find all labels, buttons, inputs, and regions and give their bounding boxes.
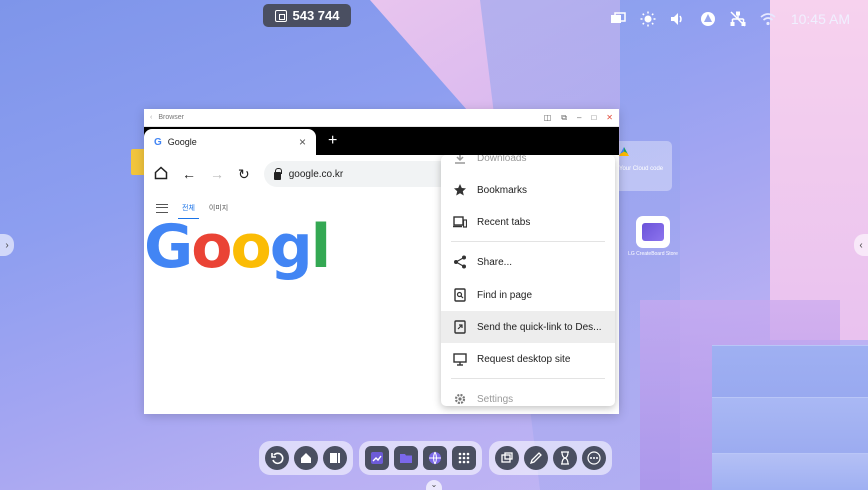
screen-share-icon [501, 452, 513, 463]
new-tab-button[interactable]: + [328, 132, 337, 150]
more-button[interactable] [582, 446, 606, 470]
reload-icon[interactable]: ↻ [238, 166, 250, 183]
menu-item-recent-tabs[interactable]: Recent tabs [441, 206, 615, 238]
browser-app-button[interactable] [423, 446, 447, 470]
desktop-folder-icon[interactable] [131, 149, 145, 175]
whiteboard-button[interactable] [365, 446, 389, 470]
cloud-widget[interactable]: Your Cloud code [611, 141, 672, 191]
menu-item-request-desktop-site[interactable]: Request desktop site [441, 343, 615, 375]
brightness-icon[interactable] [639, 10, 657, 28]
bg-shape [770, 0, 868, 340]
pen-button[interactable] [524, 446, 548, 470]
menu-divider [451, 378, 605, 379]
back-arrow-icon[interactable]: ← [182, 166, 196, 182]
clock: 10:45 AM [790, 11, 850, 27]
home-icon[interactable] [154, 165, 168, 183]
multitask-button[interactable] [323, 446, 347, 470]
cloud-widget-label: Your Cloud code [619, 166, 664, 172]
status-bar: 10:45 AM [609, 10, 850, 28]
file-manager-button[interactable] [394, 446, 418, 470]
store-icon [642, 223, 664, 241]
apps-grid-icon [458, 452, 470, 464]
close-tab-icon[interactable]: × [299, 135, 306, 149]
right-edge-handle[interactable]: ‹ [854, 234, 868, 256]
window-controls: ◫ ⧉ – □ ✕ [544, 113, 613, 123]
multitask-icon [330, 453, 340, 463]
taskbar-group-apps [359, 441, 482, 475]
minimize-icon[interactable]: – [577, 113, 581, 122]
timer-button[interactable] [553, 446, 577, 470]
whiteboard-icon [371, 452, 383, 464]
lock-icon [273, 167, 282, 180]
send-link-icon [453, 320, 467, 334]
pip-icon[interactable]: ⧉ [561, 113, 567, 123]
more-icon [587, 451, 601, 465]
menu-item-share[interactable]: Share... [441, 246, 615, 278]
browser-tab[interactable]: G Google × [144, 129, 316, 155]
pen-icon [529, 452, 542, 465]
menu-item-send-quick-link[interactable]: Send the quick-link to Des... [441, 311, 615, 343]
menu-item-find-in-page[interactable]: Find in page [441, 279, 615, 311]
screen-share-button[interactable] [495, 446, 519, 470]
chevron-down-icon: ⌄ [430, 480, 438, 489]
devices-icon [453, 215, 467, 229]
all-apps-button[interactable] [452, 446, 476, 470]
window-title-bar[interactable]: ‹ Browser ◫ ⧉ – □ ✕ [144, 109, 619, 127]
bg-steps [712, 345, 868, 490]
screen-share-code-badge[interactable]: 543 744 [263, 4, 351, 27]
store-app-label: LG CreateBoard Store [628, 251, 678, 257]
volume-icon[interactable] [669, 10, 687, 28]
star-icon [453, 183, 467, 197]
google-logo: Googl [144, 212, 331, 282]
folder-icon [400, 454, 412, 463]
network-icon[interactable] [729, 10, 747, 28]
home-icon [301, 453, 311, 463]
menu-divider [451, 241, 605, 242]
menu-item-bookmarks[interactable]: Bookmarks [441, 174, 615, 206]
browser-overflow-menu: Downloads Bookmarks Recent tabs Share... [441, 155, 615, 406]
close-icon[interactable]: ✕ [606, 113, 613, 122]
gear-icon [453, 392, 467, 406]
screen-share-icon[interactable] [609, 10, 627, 28]
window-title: Browser [158, 114, 185, 121]
google-favicon-icon: G [154, 136, 162, 148]
chevron-left-icon: ‹ [859, 239, 863, 251]
chevron-right-icon: › [5, 239, 9, 251]
drive-icon [619, 147, 629, 156]
tab-strip: G Google × + [144, 127, 619, 155]
back-icon [271, 452, 284, 465]
back-button[interactable] [265, 446, 289, 470]
address-text: google.co.kr [288, 168, 344, 180]
forward-arrow-icon[interactable]: → [210, 166, 224, 182]
monitor-icon [453, 352, 467, 366]
screen-share-icon [274, 9, 287, 22]
desktop: 543 744 10:45 AM › ‹ Your Cloud code LG … [0, 0, 868, 490]
left-edge-handle[interactable]: › [0, 234, 14, 256]
store-app-icon[interactable] [636, 216, 670, 248]
chevron-left-icon[interactable]: ‹ [150, 114, 152, 121]
menu-item-settings[interactable]: Settings [441, 383, 615, 406]
wifi-icon[interactable] [759, 10, 777, 28]
bottom-drawer-handle[interactable]: ⌄ [426, 480, 442, 490]
home-button[interactable] [294, 446, 318, 470]
cloud-icon[interactable] [699, 10, 717, 28]
find-icon [453, 288, 467, 302]
maximize-icon[interactable]: □ [591, 113, 596, 122]
share-code: 543 744 [292, 8, 340, 23]
browser-icon [429, 451, 441, 465]
download-icon [453, 155, 467, 165]
split-view-icon[interactable]: ◫ [544, 113, 552, 122]
taskbar-group-tools [489, 441, 612, 475]
tab-title: Google [167, 137, 197, 147]
menu-item-downloads[interactable]: Downloads [441, 155, 615, 174]
timer-icon [561, 451, 569, 465]
share-icon [453, 255, 467, 269]
taskbar-group-navigation [259, 441, 353, 475]
